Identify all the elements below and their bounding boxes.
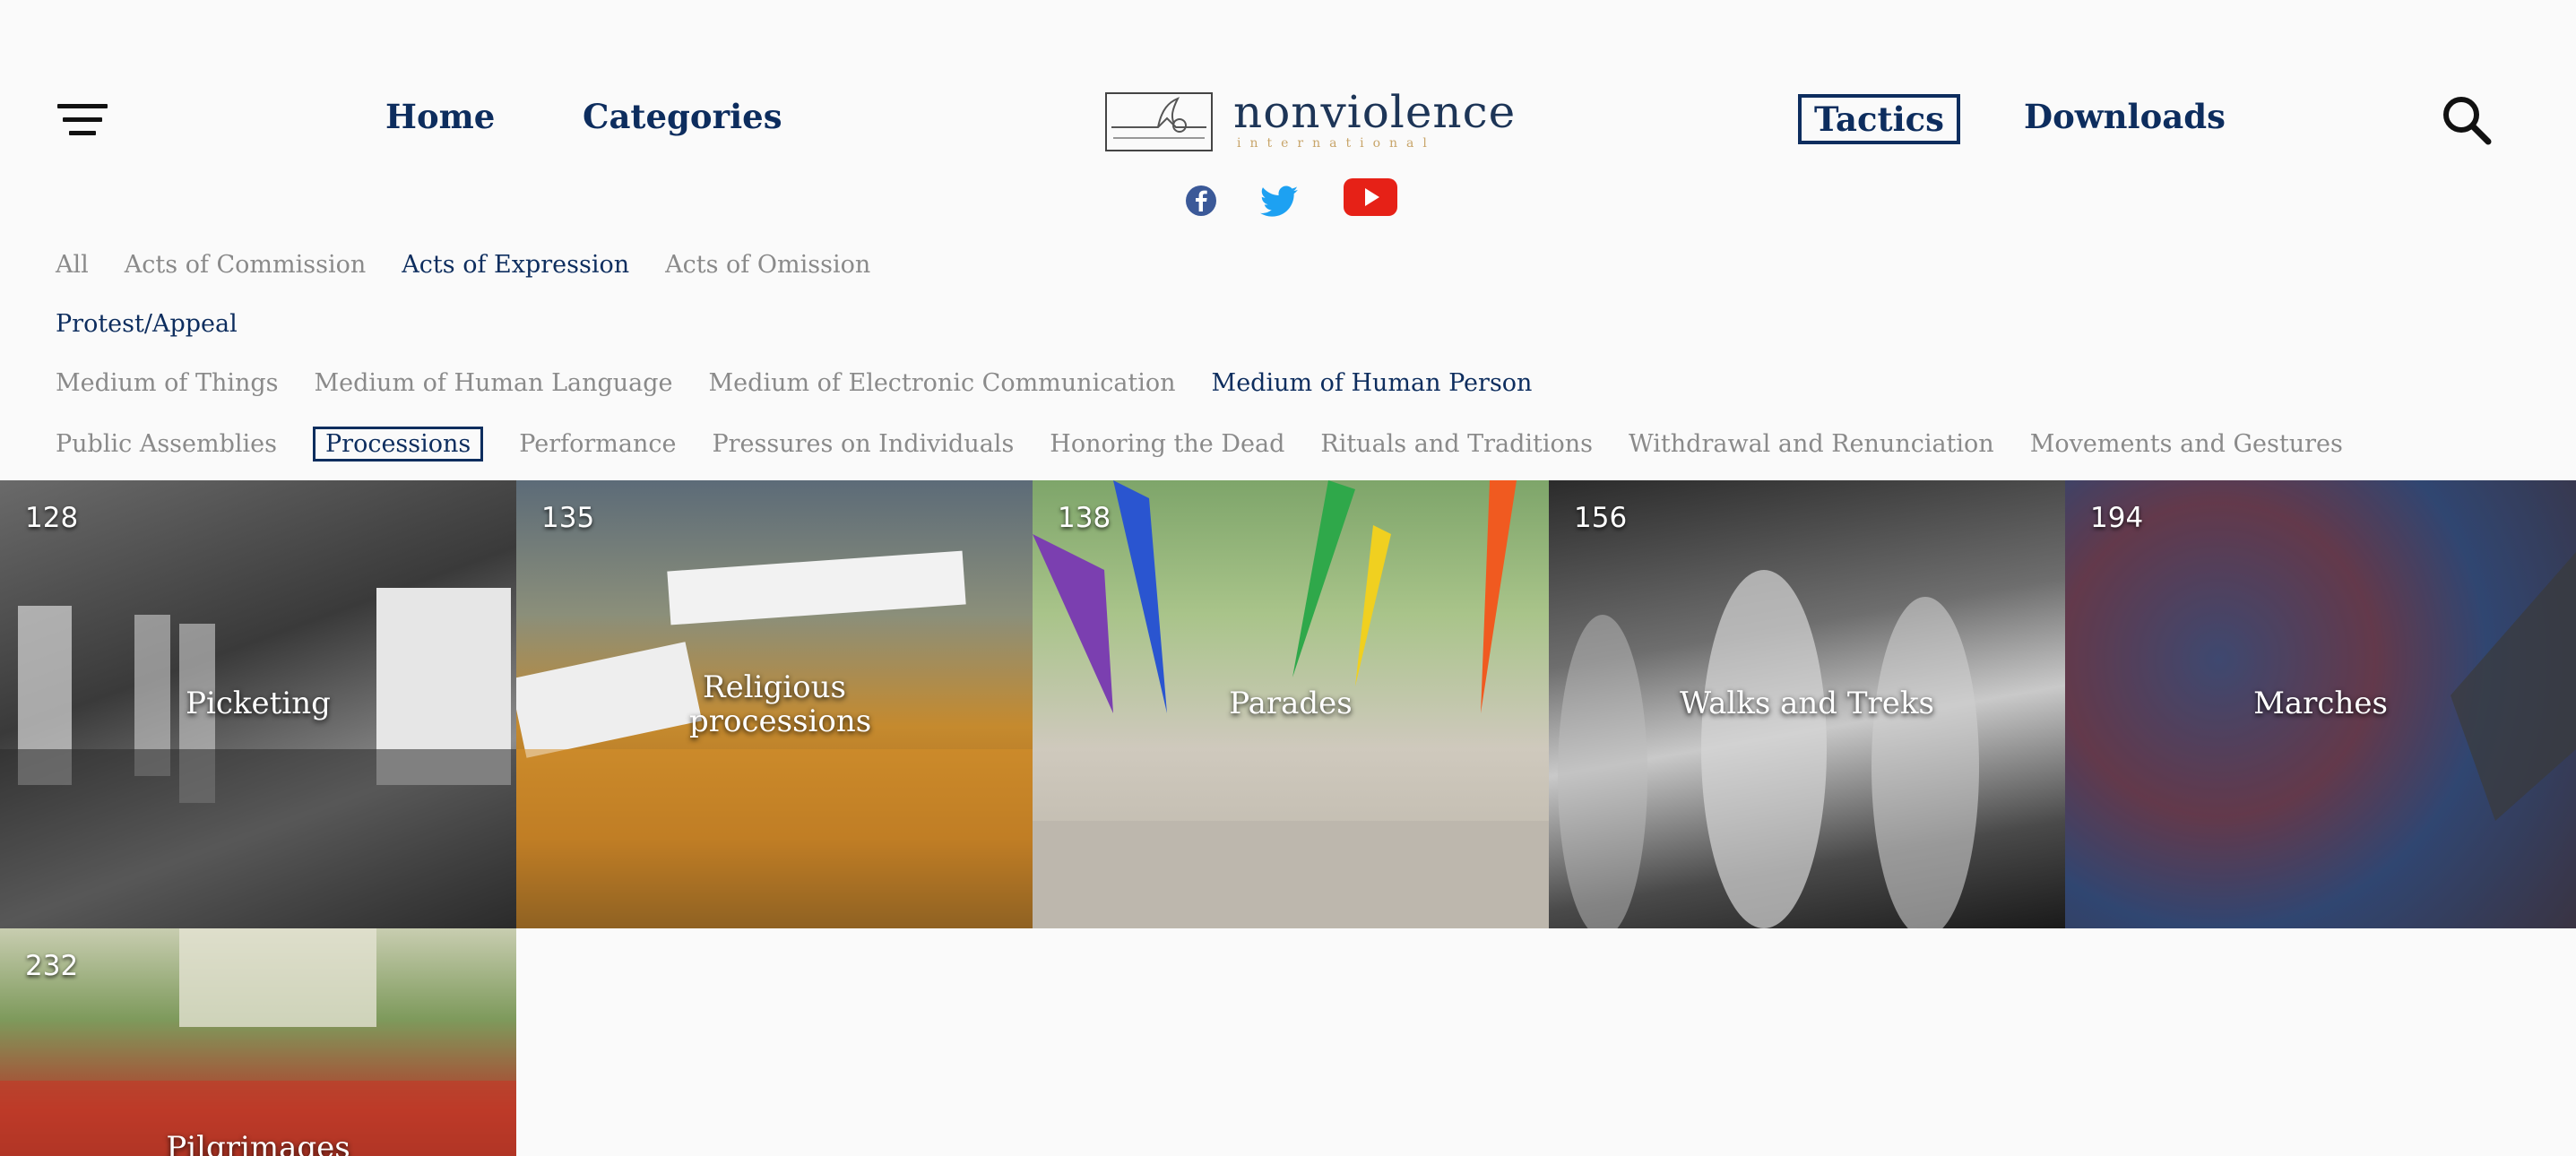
search-icon[interactable]	[2440, 93, 2494, 147]
filter-performance[interactable]: Performance	[519, 430, 676, 458]
filter-row-protest: Protest/Appeal	[56, 310, 273, 338]
tactic-label: Religious processions	[516, 670, 1033, 738]
tactic-label-text: Religious processions	[689, 669, 872, 739]
filter-honoring-the-dead[interactable]: Honoring the Dead	[1050, 430, 1284, 458]
tactic-label: Picketing	[186, 686, 331, 721]
filter-medium-of-things[interactable]: Medium of Things	[56, 369, 279, 397]
filter-medium-of-human-person[interactable]: Medium of Human Person	[1212, 369, 1533, 397]
filter-protest-appeal[interactable]: Protest/Appeal	[56, 310, 238, 338]
filter-withdrawal-and-renunciation[interactable]: Withdrawal and Renunciation	[1629, 430, 1994, 458]
tactic-number: 135	[541, 502, 595, 534]
tactic-number: 156	[1574, 502, 1628, 534]
site-logo[interactable]: nonviolence international	[1104, 86, 1515, 154]
logo-subtitle: international	[1237, 136, 1436, 151]
nav-categories[interactable]: Categories	[583, 97, 782, 136]
filter-row-medium: Medium of Things Medium of Human Language…	[56, 369, 1568, 397]
logo-mark-icon	[1105, 92, 1213, 151]
filter-medium-of-electronic-communication[interactable]: Medium of Electronic Communication	[709, 369, 1176, 397]
filter-all[interactable]: All	[56, 251, 89, 279]
filter-public-assemblies[interactable]: Public Assemblies	[56, 430, 277, 458]
twitter-icon[interactable]	[1260, 182, 1298, 221]
tactic-number: 138	[1058, 502, 1111, 534]
tactic-label: Walks and Treks	[1680, 686, 1934, 721]
filter-rituals-and-traditions[interactable]: Rituals and Traditions	[1320, 430, 1593, 458]
tactic-tile[interactable]: 128 Picketing	[0, 480, 516, 928]
logo-wordmark: nonviolence	[1233, 86, 1517, 138]
filter-medium-of-human-language[interactable]: Medium of Human Language	[315, 369, 673, 397]
nav-home[interactable]: Home	[385, 97, 495, 136]
tactic-number: 194	[2090, 502, 2144, 534]
facebook-icon[interactable]	[1185, 181, 1217, 220]
filter-row-subcategory: Public Assemblies Processions Performance P…	[56, 427, 2379, 462]
tactic-label: Parades	[1229, 686, 1353, 721]
filter-acts-of-omission[interactable]: Acts of Omission	[665, 251, 870, 279]
filter-movements-and-gestures[interactable]: Movements and Gestures	[2030, 430, 2343, 458]
tactic-number: 128	[25, 502, 79, 534]
tactic-tile[interactable]: 194 Marches	[2065, 480, 2576, 928]
tactic-label: Pilgrimages	[166, 1130, 350, 1156]
filter-acts-of-expression[interactable]: Acts of Expression	[402, 251, 629, 279]
tactic-tile[interactable]: 135 Religious processions	[516, 480, 1033, 928]
site-header: Home Categories nonviolence internationa…	[0, 0, 2576, 217]
youtube-icon[interactable]	[1343, 177, 1398, 217]
tactic-label: Marches	[2253, 686, 2388, 721]
tactic-tile[interactable]: 156 Walks and Treks	[1549, 480, 2065, 928]
tactic-tile[interactable]: 232 Pilgrimages	[0, 928, 516, 1156]
nav-tactics[interactable]: Tactics	[1798, 94, 1961, 144]
filter-processions[interactable]: Processions	[313, 427, 484, 462]
nav-downloads[interactable]: Downloads	[2024, 97, 2226, 136]
menu-filter-icon[interactable]	[57, 100, 115, 143]
filter-acts-of-commission[interactable]: Acts of Commission	[125, 251, 367, 279]
tactic-tile[interactable]: 138 Parades	[1033, 480, 1549, 928]
tactic-number: 232	[25, 950, 79, 982]
filter-row-act-type: All Acts of Commission Acts of Expression A…	[56, 251, 906, 279]
filter-pressures-on-individuals[interactable]: Pressures on Individuals	[712, 430, 1014, 458]
